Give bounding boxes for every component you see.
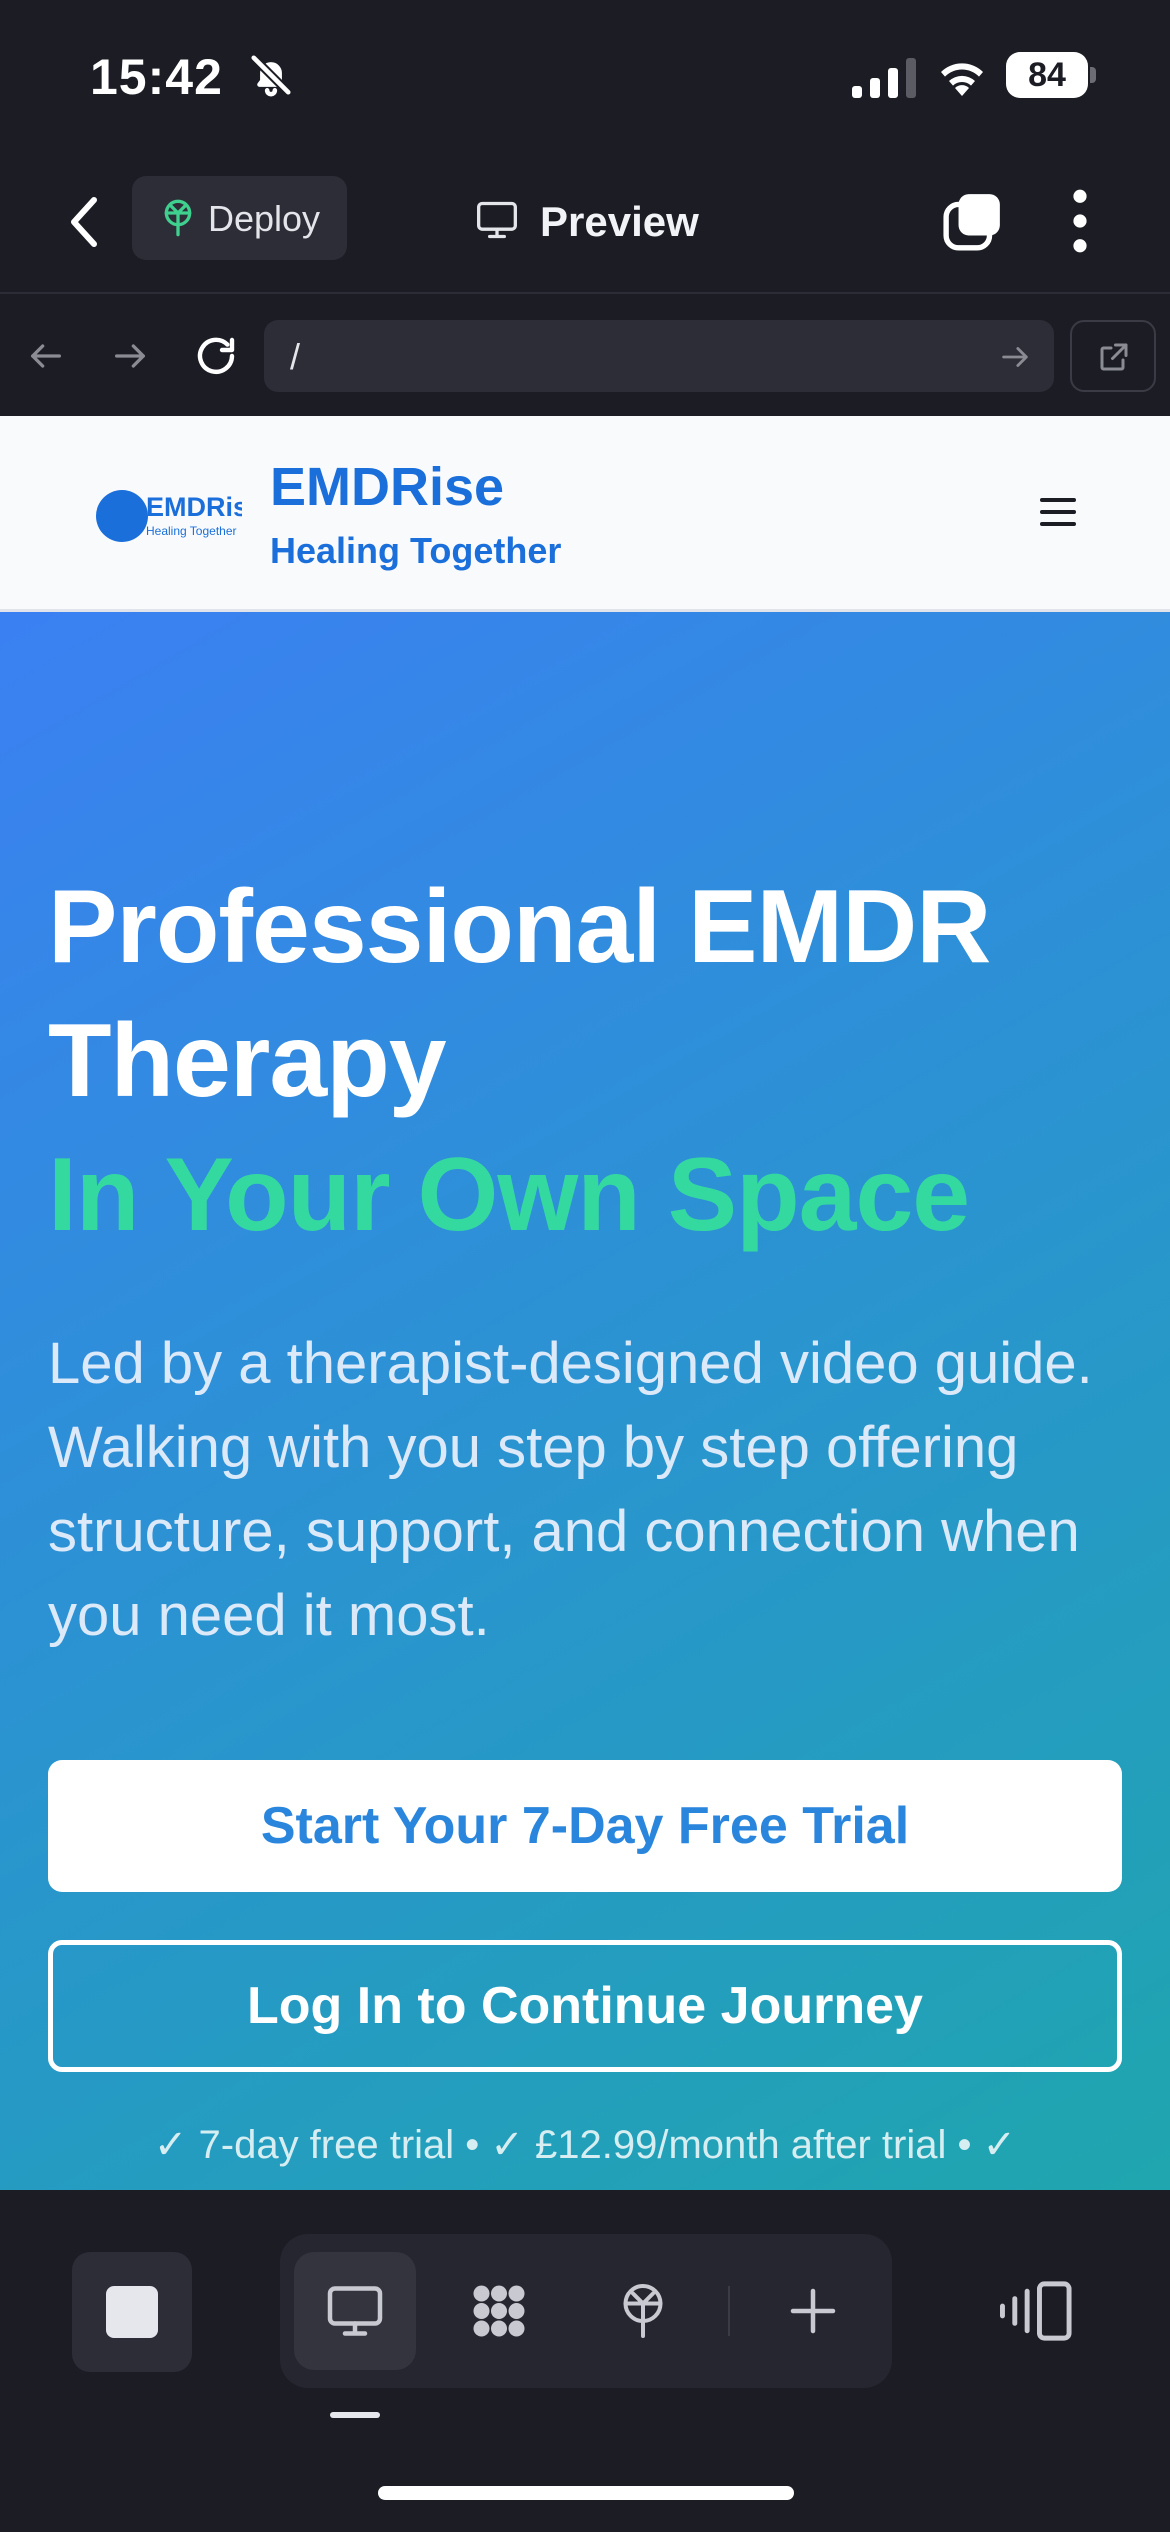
- device-switch-icon[interactable]: [1000, 2278, 1074, 2344]
- add-tool-button[interactable]: [752, 2252, 874, 2370]
- wifi-icon: [941, 63, 983, 96]
- monitor-icon: [477, 201, 517, 239]
- brand-name[interactable]: EMDRise: [270, 456, 504, 518]
- url-bar: /: [0, 296, 1170, 416]
- view-switcher: [280, 2234, 892, 2388]
- go-arrow-icon[interactable]: [998, 340, 1032, 374]
- trial-note: ✓ 7-day free trial • ✓ £12.99/month afte…: [153, 2123, 1017, 2167]
- stop-icon: [106, 2286, 158, 2338]
- arrow-left-icon[interactable]: [26, 336, 66, 376]
- preview-label: Preview: [540, 198, 699, 245]
- logo-tagline: Healing Together: [146, 524, 237, 538]
- bell-slash-icon: [249, 53, 293, 97]
- site-logo[interactable]: EMDRise Healing Together: [94, 484, 244, 544]
- apps-view-button[interactable]: [438, 2252, 560, 2370]
- more-vertical-icon[interactable]: [1060, 188, 1100, 254]
- segment-divider: [728, 2286, 730, 2336]
- hero-description: Led by a therapist-designed video guide.…: [48, 1331, 1093, 1648]
- active-tab-indicator: [330, 2412, 380, 2418]
- reload-icon[interactable]: [192, 332, 240, 380]
- battery-level: 84: [1006, 52, 1088, 98]
- headline-line-1: Professional EMDR: [48, 869, 991, 985]
- app-toolbar: Deploy Preview: [0, 150, 1170, 294]
- bottom-bar: [0, 2190, 1170, 2532]
- url-value: /: [290, 336, 301, 377]
- brand-tagline: Healing Together: [270, 530, 562, 571]
- deploy-label: Deploy: [208, 198, 321, 239]
- headline-highlight: In Your Own Space: [48, 1137, 970, 1253]
- arrow-right-icon[interactable]: [110, 336, 150, 376]
- deploy-view-button[interactable]: [582, 2252, 704, 2370]
- signal-icon: [852, 58, 916, 98]
- deploy-button[interactable]: Deploy: [132, 176, 347, 260]
- home-indicator: [378, 2486, 794, 2500]
- status-time: 15:42: [90, 49, 223, 105]
- deploy-icon: [164, 199, 192, 237]
- site-header: EMDRise Healing Together EMDRise Healing…: [0, 416, 1170, 612]
- status-bar: 15:42 84: [0, 0, 1170, 150]
- plus-icon: [790, 2288, 836, 2334]
- open-external-button[interactable]: [1070, 320, 1156, 392]
- headline-line-2: Therapy: [48, 1003, 447, 1119]
- stop-button[interactable]: [72, 2252, 192, 2372]
- monitor-icon: [327, 2286, 383, 2336]
- url-input[interactable]: /: [264, 320, 1054, 392]
- preview-view-button[interactable]: [294, 2252, 416, 2370]
- login-button[interactable]: Log In to Continue Journey: [48, 1940, 1122, 2072]
- tabs-icon[interactable]: [942, 190, 1004, 252]
- hero-headline: Professional EMDR Therapy In Your Own Sp…: [48, 860, 1128, 1262]
- hero-section: Professional EMDR Therapy In Your Own Sp…: [0, 612, 1170, 2190]
- start-free-trial-button[interactable]: Start Your 7-Day Free Trial: [48, 1760, 1122, 1892]
- grid-dots-icon: [473, 2285, 525, 2337]
- battery-icon: 84: [1006, 52, 1096, 98]
- deploy-icon: [623, 2284, 663, 2338]
- external-link-icon: [1100, 343, 1128, 371]
- chevron-left-icon[interactable]: [62, 194, 110, 250]
- logo-wordmark: EMDRise: [146, 492, 242, 522]
- hamburger-menu-icon[interactable]: [1040, 494, 1080, 530]
